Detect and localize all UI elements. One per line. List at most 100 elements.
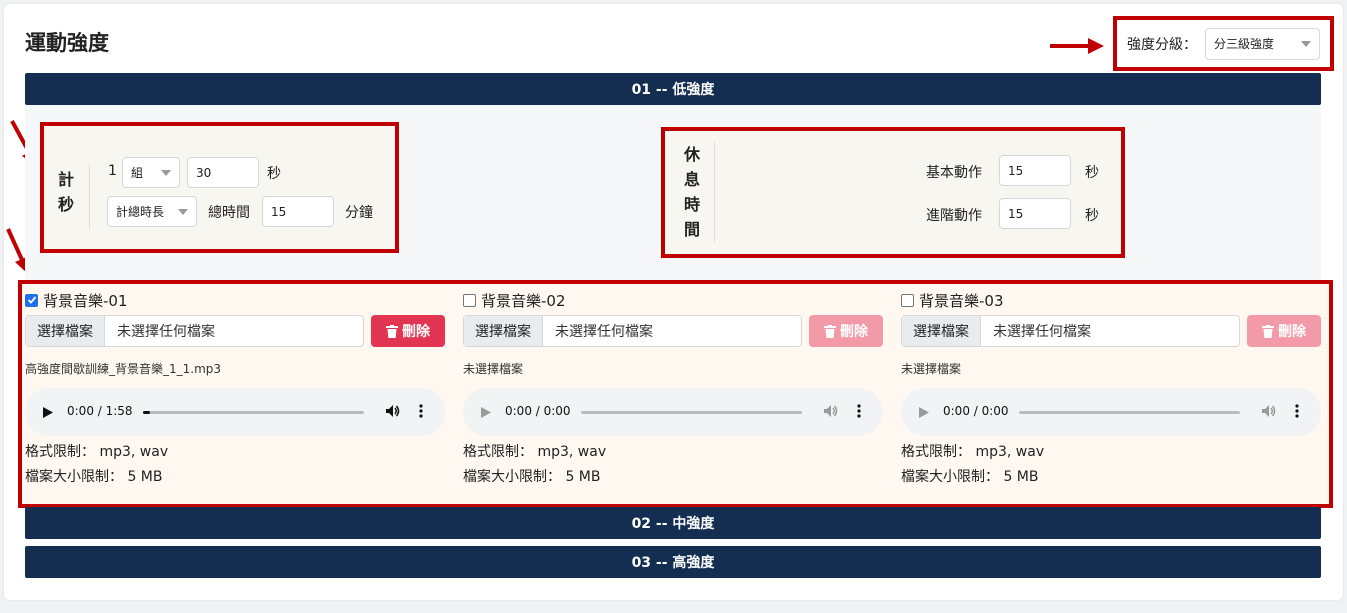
music-2-choose-file-button[interactable]: 選擇檔案	[464, 316, 543, 346]
chevron-down-icon	[1301, 40, 1311, 47]
trash-icon	[386, 324, 398, 338]
music-3-file-input[interactable]: 選擇檔案 未選擇任何檔案	[901, 315, 1240, 347]
music-1-delete-button[interactable]: 刪除	[371, 315, 445, 347]
play-icon[interactable]	[43, 407, 53, 418]
format-value: mp3, wav	[975, 444, 1045, 460]
music-1-choose-file-button[interactable]: 選擇檔案	[26, 316, 105, 346]
music-2-format: 格式限制： mp3, wav	[463, 440, 883, 465]
total-time-input[interactable]: 15	[262, 196, 334, 227]
format-label: 格式限制：	[463, 444, 533, 460]
size-label: 檔案大小限制：	[901, 469, 999, 485]
music-2-delete-label: 刪除	[840, 324, 868, 340]
music-slot-1: 背景音樂-01 選擇檔案 未選擇任何檔案 刪除 高強度間歇訓練_背景音樂_1_1…	[25, 290, 445, 490]
format-label: 格式限制：	[901, 444, 971, 460]
seconds-unit: 秒	[267, 166, 281, 182]
divider	[714, 142, 715, 242]
music-1-size: 檔案大小限制： 5 MB	[25, 465, 445, 490]
music-3-file-status: 未選擇任何檔案	[993, 324, 1091, 340]
basic-rest-input[interactable]: 15	[999, 155, 1071, 186]
advanced-rest-unit: 秒	[1085, 208, 1099, 224]
sets-count: 1	[108, 163, 117, 179]
format-value: mp3, wav	[537, 444, 607, 460]
section-bar-high[interactable]: 03 -- 高強度	[25, 546, 1321, 578]
total-time-unit: 分鐘	[345, 205, 373, 221]
music-3-checkbox[interactable]	[901, 293, 914, 307]
music-3-time: 0:00 / 0:00	[943, 404, 1009, 418]
intensity-level-select[interactable]: 分三級強度	[1205, 27, 1320, 60]
music-3-audio-player[interactable]: 0:00 / 0:00	[901, 388, 1321, 436]
music-2-size: 檔案大小限制： 5 MB	[463, 465, 883, 490]
music-1-checkbox[interactable]	[25, 293, 38, 307]
check-icon	[27, 296, 36, 304]
format-label: 格式限制：	[25, 444, 95, 460]
music-1-file-input[interactable]: 選擇檔案 未選擇任何檔案	[25, 315, 364, 347]
format-value: mp3, wav	[99, 444, 169, 460]
volume-icon[interactable]	[386, 404, 400, 418]
intensity-level-value: 分三級強度	[1214, 37, 1275, 51]
timer-mode-value: 計總時長	[116, 205, 165, 219]
divider	[89, 165, 90, 229]
more-options-icon[interactable]	[1295, 404, 1299, 418]
music-1-progress-track[interactable]	[143, 411, 364, 414]
play-icon[interactable]	[919, 407, 929, 418]
volume-icon[interactable]	[824, 404, 838, 418]
timer-label: 計 秒	[56, 167, 76, 217]
size-value: 5 MB	[565, 469, 601, 485]
music-2-file-status: 未選擇任何檔案	[555, 324, 653, 340]
music-1-audio-player[interactable]: 0:00 / 1:58	[25, 388, 445, 436]
music-2-audio-player[interactable]: 0:00 / 0:00	[463, 388, 883, 436]
music-3-filename: 未選擇檔案	[901, 362, 962, 376]
sets-unit-value: 組	[131, 166, 144, 180]
basic-rest-label: 基本動作	[926, 165, 982, 181]
music-3-label: 背景音樂-03	[919, 291, 1004, 310]
total-time-label: 總時間	[208, 205, 250, 221]
music-slot-3: 背景音樂-03 選擇檔案 未選擇任何檔案 刪除 未選擇檔案 0:00 / 0:0…	[901, 290, 1321, 490]
trash-icon	[1262, 324, 1274, 338]
section-bar-mid[interactable]: 02 -- 中強度	[25, 507, 1321, 539]
music-1-label: 背景音樂-01	[43, 291, 128, 310]
rest-label-char: 時	[683, 195, 700, 214]
music-3-delete-button[interactable]: 刪除	[1247, 315, 1321, 347]
music-3-format: 格式限制： mp3, wav	[901, 440, 1321, 465]
size-value: 5 MB	[127, 469, 163, 485]
music-1-format: 格式限制： mp3, wav	[25, 440, 445, 465]
more-options-icon[interactable]	[857, 404, 861, 418]
rest-section	[661, 127, 1125, 258]
intensity-level-label: 強度分級：	[1127, 36, 1197, 53]
more-options-icon[interactable]	[419, 404, 423, 418]
seconds-input[interactable]: 30	[187, 157, 259, 188]
chevron-down-icon	[178, 208, 188, 215]
music-2-file-input[interactable]: 選擇檔案 未選擇任何檔案	[463, 315, 802, 347]
annotation-arrow-level-icon	[1050, 38, 1104, 54]
music-2-label: 背景音樂-02	[481, 291, 566, 310]
chevron-down-icon	[161, 169, 171, 176]
music-2-checkbox[interactable]	[463, 293, 476, 307]
trash-icon	[824, 324, 836, 338]
music-3-size: 檔案大小限制： 5 MB	[901, 465, 1321, 490]
timer-mode-select[interactable]: 計總時長	[107, 196, 197, 227]
basic-rest-unit: 秒	[1085, 165, 1099, 181]
music-3-progress-track[interactable]	[1019, 411, 1240, 414]
timer-label-char: 計	[57, 170, 74, 189]
advanced-rest-input[interactable]: 15	[999, 198, 1071, 229]
play-icon[interactable]	[481, 407, 491, 418]
advanced-rest-label: 進階動作	[926, 208, 982, 224]
rest-label-char: 息	[683, 170, 700, 189]
intensity-level-box: 強度分級： 分三級強度	[1113, 16, 1334, 71]
music-3-delete-label: 刪除	[1278, 324, 1306, 340]
page-title: 運動強度	[25, 31, 109, 55]
music-1-delete-label: 刪除	[402, 324, 430, 340]
size-label: 檔案大小限制：	[25, 469, 123, 485]
section-bar-low[interactable]: 01 -- 低強度	[25, 73, 1321, 105]
rest-label-char: 間	[683, 220, 700, 239]
music-3-choose-file-button[interactable]: 選擇檔案	[902, 316, 981, 346]
volume-icon[interactable]	[1262, 404, 1276, 418]
music-2-delete-button[interactable]: 刪除	[809, 315, 883, 347]
sets-unit-select[interactable]: 組	[122, 157, 180, 188]
size-label: 檔案大小限制：	[463, 469, 561, 485]
music-1-time: 0:00 / 1:58	[67, 404, 133, 418]
music-1-progress-fill	[143, 411, 150, 414]
music-2-progress-track[interactable]	[581, 411, 802, 414]
music-1-file-status: 未選擇任何檔案	[117, 324, 215, 340]
rest-label: 休 息 時 間	[682, 142, 702, 242]
